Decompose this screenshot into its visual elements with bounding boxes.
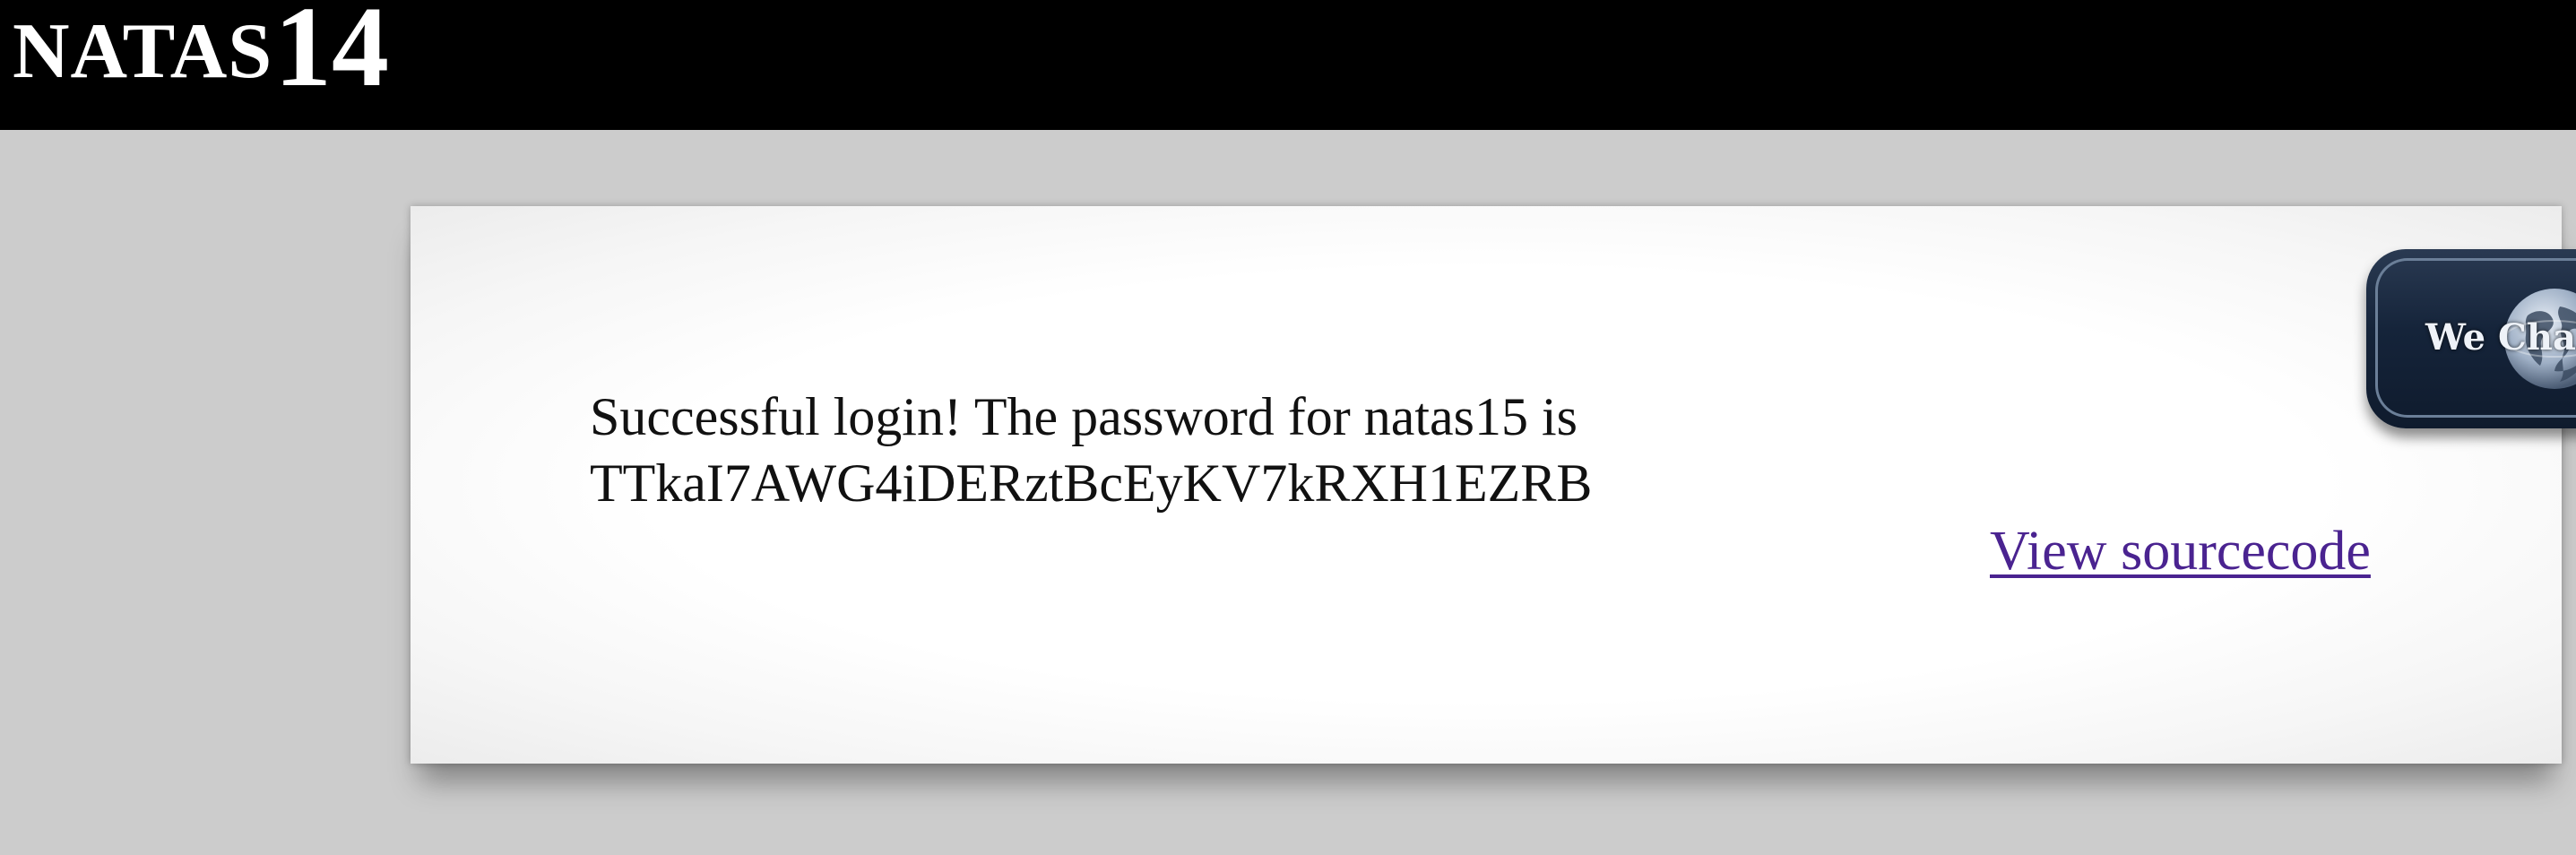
login-message-line1: Successful login! The password for natas… — [590, 387, 1578, 446]
globe-icon — [2503, 289, 2576, 389]
view-source-link[interactable]: View sourcecode — [1990, 518, 2371, 584]
password-text: TTkaI7AWG4iDERztBcEyKV7kRXH1EZRB — [590, 453, 1593, 513]
login-message: Successful login! The password for natas… — [590, 384, 1592, 516]
site-header: NATAS 14 — [0, 0, 2576, 130]
content-panel: Successful login! The password for natas… — [411, 206, 2562, 764]
wechall-badge-label: We Chall — [2425, 316, 2576, 358]
site-title-word: NATAS — [13, 8, 273, 95]
site-title-number: 14 — [274, 0, 389, 110]
wechall-badge[interactable]: We Chall — [2366, 249, 2576, 428]
